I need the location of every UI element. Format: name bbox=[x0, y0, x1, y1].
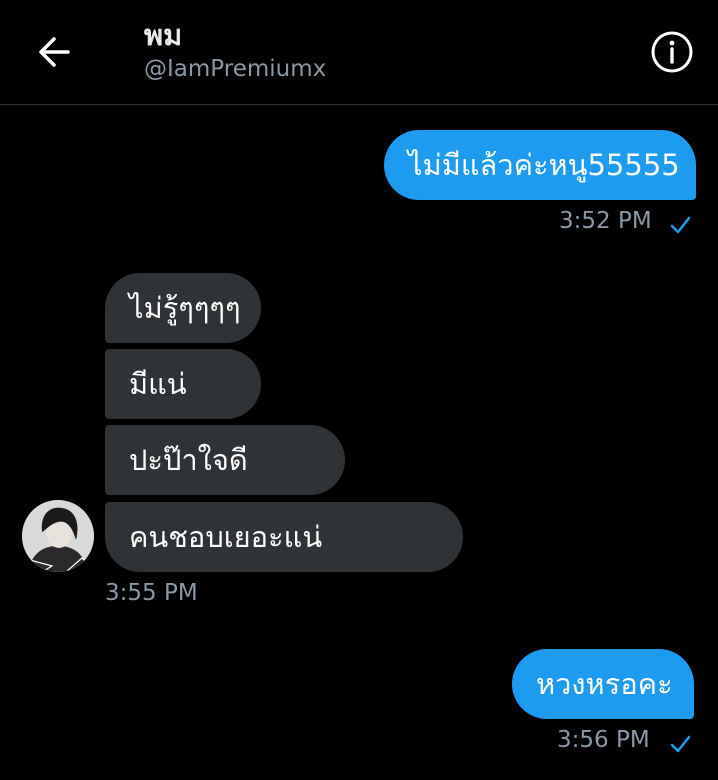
message-bubble-incoming[interactable]: คนชอบเยอะแน่ bbox=[105, 502, 463, 572]
conversation-header: พม @IamPremiumx bbox=[0, 0, 718, 105]
message-bubble-incoming[interactable]: มีแน่ bbox=[105, 349, 261, 419]
back-button[interactable] bbox=[34, 30, 78, 74]
conversation-handle[interactable]: @IamPremiumx bbox=[144, 56, 326, 82]
read-check-icon bbox=[670, 735, 691, 753]
message-timestamp: 3:52 PM bbox=[559, 208, 652, 234]
read-check-icon bbox=[670, 216, 691, 234]
info-icon bbox=[651, 31, 693, 73]
info-button[interactable] bbox=[650, 30, 694, 74]
message-bubble-outgoing[interactable]: หวงหรอคะ bbox=[512, 649, 694, 719]
message-bubble-incoming[interactable]: ไม่รู้ๆๆๆๆ bbox=[105, 273, 261, 343]
arrow-left-icon bbox=[39, 37, 70, 67]
message-bubble-incoming[interactable]: ปะป๊าใจดี bbox=[105, 425, 345, 495]
message-timestamp: 3:55 PM bbox=[105, 580, 198, 606]
conversation-name[interactable]: พม bbox=[144, 12, 182, 58]
sender-avatar[interactable] bbox=[22, 500, 94, 572]
avatar-photo bbox=[22, 500, 94, 572]
message-bubble-outgoing[interactable]: ไม่มีแล้วค่ะหนู55555 bbox=[384, 130, 696, 200]
message-timestamp: 3:56 PM bbox=[557, 727, 650, 753]
